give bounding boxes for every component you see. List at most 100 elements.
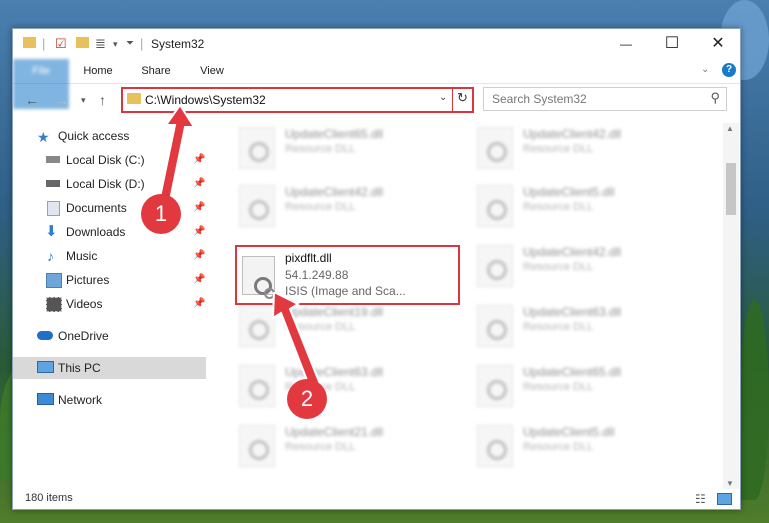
dll-file-icon (477, 305, 513, 347)
up-arrow-icon[interactable]: ↑ (99, 92, 106, 108)
background-leaf (740, 300, 769, 500)
file-name: UpdateClient21.dll (285, 425, 384, 439)
search-placeholder: Search System32 (492, 92, 587, 106)
sidebar-item-onedrive[interactable]: OneDrive (13, 325, 206, 347)
separator: | (42, 36, 46, 51)
ribbon-tabs: File Home Share View ⌄ ? (13, 59, 740, 109)
downloads-icon: ⬇ (45, 223, 58, 240)
pin-icon[interactable]: 📌 (193, 221, 205, 243)
scroll-thumb[interactable] (726, 163, 736, 215)
maximize-button[interactable]: ☐ (649, 29, 695, 59)
file-type: Resource DLL (523, 381, 594, 393)
sidebar-item-this-pc[interactable]: This PC (13, 357, 206, 379)
file-name: pixdflt.dll (285, 251, 332, 265)
file-name: UpdateClient65.dll (523, 365, 622, 379)
list-item[interactable]: UpdateClient21.dll Resource DLL (231, 421, 461, 471)
sidebar-item-music[interactable]: ♪ Music 📌 (13, 245, 206, 267)
recent-locations-icon[interactable]: ▾ (81, 95, 86, 106)
list-item[interactable]: UpdateClient5.dll Resource DLL (469, 421, 699, 471)
sidebar-item-videos[interactable]: Videos 📌 (13, 293, 206, 315)
refresh-icon[interactable]: ↻ (457, 90, 468, 106)
highlighted-file[interactable]: pixdflt.dll 54.1.249.88 ISIS (Image and … (235, 245, 460, 305)
list-item[interactable]: UpdateClient63.dll Resource DLL (469, 301, 699, 351)
tab-home[interactable]: Home (75, 59, 121, 83)
dll-file-icon (477, 185, 513, 227)
explorer-window: | ☑ ≣ ▾ ⏷ | System32 — ☐ ✕ File Home Sha… (12, 28, 741, 510)
back-arrow-icon[interactable]: ← (25, 92, 39, 108)
file-type: Resource DLL (285, 143, 356, 155)
file-type: Resource DLL (523, 143, 594, 155)
file-type: Resource DLL (523, 261, 594, 273)
new-folder-icon[interactable] (76, 36, 89, 51)
window-title: System32 (151, 37, 205, 51)
file-name: UpdateClient5.dll (523, 425, 615, 439)
file-type: Resource DLL (285, 441, 356, 453)
sidebar-item-label: Documents (66, 201, 127, 215)
sidebar-item-label: Local Disk (D:) (66, 177, 145, 191)
expand-ribbon-icon[interactable]: ⌄ (701, 64, 709, 75)
minimize-button[interactable]: — (603, 29, 649, 59)
chevron-down-icon[interactable]: ▾ (113, 39, 118, 50)
list-item[interactable]: UpdateClient42.dll Resource DLL (231, 181, 461, 231)
separator: | (140, 36, 144, 51)
file-name: UpdateClient42.dll (285, 185, 384, 199)
address-row: ← → ▾ ↑ C:\Windows\System32 ⌄ ↻ Search S… (13, 84, 740, 118)
computer-icon (37, 361, 54, 373)
pictures-icon (46, 273, 62, 288)
list-item[interactable]: UpdateClient5.dll Resource DLL (469, 181, 699, 231)
customize-qa-icon[interactable]: ⏷ (126, 38, 134, 49)
list-item[interactable]: UpdateClient63.dll Resource DLL (231, 361, 461, 411)
dll-file-icon (477, 425, 513, 467)
sidebar-item-label: Local Disk (C:) (66, 153, 145, 167)
properties-icon[interactable]: ☑ (55, 36, 67, 52)
details-view-icon[interactable]: ☷ (695, 492, 706, 506)
list-item[interactable]: UpdateClient65.dll Resource DLL (469, 361, 699, 411)
help-icon[interactable]: ? (722, 63, 736, 77)
sidebar-item-pictures[interactable]: Pictures 📌 (13, 269, 206, 291)
drive-icon (46, 156, 60, 163)
list-item[interactable]: UpdateClient42.dll Resource DLL (469, 241, 699, 291)
sidebar-item-label: Pictures (66, 273, 110, 287)
file-name: UpdateClient42.dll (523, 127, 622, 141)
tab-view[interactable]: View (189, 59, 235, 83)
scroll-down-icon[interactable]: ▼ (726, 479, 734, 488)
sidebar-item-label: Quick access (58, 129, 130, 143)
file-type: Resource DLL (285, 201, 356, 213)
file-name: UpdateClient42.dll (523, 245, 622, 259)
vertical-scrollbar[interactable]: ▲ ▼ (723, 123, 739, 489)
dll-file-icon (239, 127, 275, 169)
pin-icon[interactable]: 📌 (193, 269, 205, 291)
file-version: 54.1.249.88 (285, 268, 349, 282)
folder-icon (127, 93, 141, 104)
pin-icon[interactable]: 📌 (193, 293, 205, 315)
item-count: 180 items (25, 492, 73, 504)
search-icon[interactable]: ⚲ (710, 90, 720, 106)
sidebar-item-label: OneDrive (58, 329, 109, 343)
file-type: Resource DLL (523, 441, 594, 453)
sidebar-item-label: Downloads (66, 225, 126, 239)
forward-arrow-icon[interactable]: → (55, 92, 69, 108)
dll-file-icon (477, 127, 513, 169)
large-icons-view-icon[interactable] (717, 493, 732, 505)
list-item[interactable]: UpdateClient42.dll Resource DLL (469, 123, 699, 173)
pin-icon[interactable]: 📌 (193, 245, 205, 267)
list-item[interactable]: UpdateClient19.dll Resource DLL (231, 301, 461, 351)
file-type: Resource DLL (523, 201, 594, 213)
tab-share[interactable]: Share (133, 59, 179, 83)
list-item[interactable]: UpdateClient65.dll Resource DLL (231, 123, 461, 173)
drive-icon (46, 180, 60, 187)
scroll-up-icon[interactable]: ▲ (726, 124, 734, 133)
dll-file-icon (242, 256, 275, 299)
chevron-down-icon[interactable]: ⌄ (439, 92, 447, 103)
file-name: UpdateClient65.dll (285, 127, 384, 141)
separator (452, 89, 453, 111)
file-type: Resource DLL (523, 321, 594, 333)
sidebar-item-label: This PC (58, 361, 101, 375)
rename-icon[interactable]: ≣ (95, 36, 106, 52)
documents-icon (47, 201, 60, 216)
star-icon: ★ (37, 129, 50, 145)
close-button[interactable]: ✕ (695, 29, 740, 59)
sidebar-item-network[interactable]: Network (13, 389, 206, 411)
videos-icon (46, 297, 62, 312)
search-input[interactable]: Search System32 ⚲ (483, 87, 727, 111)
